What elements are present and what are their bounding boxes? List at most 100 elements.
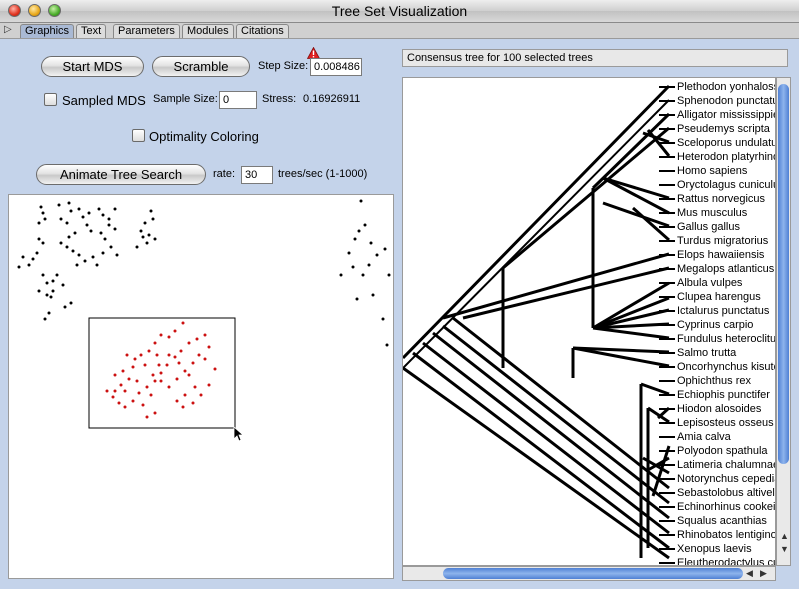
mds-point [115, 253, 119, 257]
species-label: Echinorhinus cookei [677, 501, 776, 513]
scroll-down-arrow-icon[interactable]: ▼ [780, 543, 789, 555]
mds-point [157, 363, 161, 367]
mds-point [83, 259, 87, 263]
mds-point [145, 241, 149, 245]
species-label: Sceloporus undulatus [677, 137, 776, 149]
tree-branch [592, 326, 670, 340]
mds-point [159, 333, 163, 337]
mds-point [37, 289, 41, 293]
species-label: Gallus gallus [677, 221, 740, 233]
triangle-right-icon[interactable]: ▷ [4, 24, 12, 35]
species-label: Clupea harengus [677, 291, 761, 303]
mds-point [347, 251, 351, 255]
species-label: Latimeria chalumnae [677, 459, 776, 471]
mds-point [361, 273, 365, 277]
start-mds-button[interactable]: Start MDS [41, 56, 144, 77]
scramble-button[interactable]: Scramble [152, 56, 250, 77]
species-label: Turdus migratorius [677, 235, 769, 247]
mds-point [67, 235, 71, 239]
vertical-scrollbar[interactable]: ▲ ▼ [776, 77, 791, 566]
mds-point [359, 199, 363, 203]
tab-citations[interactable]: Citations [236, 24, 289, 38]
species-label: Oryctolagus cuniculus [677, 179, 776, 191]
mds-point [153, 379, 157, 383]
mds-point [131, 399, 135, 403]
window-title: Tree Set Visualization [331, 3, 468, 19]
step-size-label: Step Size: [258, 60, 309, 72]
species-label: Eleutherodactylus cuneatus [677, 557, 775, 566]
mds-point [153, 237, 157, 241]
species-label: Albula vulpes [677, 277, 743, 289]
species-label: Squalus acanthias [677, 515, 767, 527]
mds-point [387, 273, 391, 277]
mds-point [63, 305, 67, 309]
mds-point [71, 249, 75, 253]
mds-point [69, 209, 73, 213]
rate-field[interactable]: 30 [241, 166, 273, 184]
mds-point [41, 211, 45, 215]
step-size-field[interactable]: 0.008486 [310, 58, 362, 76]
tab-text[interactable]: Text [76, 24, 107, 38]
mds-point [175, 377, 179, 381]
mds-point [135, 379, 139, 383]
mds-plot[interactable] [8, 194, 394, 579]
mds-point [381, 317, 385, 321]
tree-branch [442, 252, 670, 320]
mds-point [339, 273, 343, 277]
mds-point [113, 389, 117, 393]
sampled-mds-checkbox[interactable] [44, 93, 57, 106]
consensus-tree-view[interactable]: Plethodon yonhalossee Sphenodon punctatus… [402, 77, 776, 566]
species-label: Homo sapiens [677, 165, 748, 177]
mds-point [67, 201, 71, 205]
tree-branch [452, 316, 670, 490]
scroll-right-arrow-icon[interactable]: ▶ [760, 567, 767, 579]
mds-point [145, 385, 149, 389]
optimality-coloring-checkbox[interactable] [132, 129, 145, 142]
species-label: Mus musculus [677, 207, 748, 219]
mds-point [105, 389, 109, 393]
mds-point [107, 223, 111, 227]
scroll-up-arrow-icon[interactable]: ▲ [780, 530, 789, 542]
animate-tree-search-button[interactable]: Animate Tree Search [36, 164, 206, 185]
tab-graphics[interactable]: Graphics [20, 24, 75, 38]
scroll-left-arrow-icon[interactable]: ◀ [746, 567, 753, 579]
vertical-scroll-thumb[interactable] [778, 84, 789, 464]
mds-scatter[interactable] [9, 195, 394, 579]
species-label: Ophichthus rex [677, 375, 751, 387]
mds-point [55, 273, 59, 277]
mds-point [143, 221, 147, 225]
mds-point [369, 241, 373, 245]
mds-point [17, 265, 21, 269]
sample-size-field[interactable]: 0 [219, 91, 257, 109]
mds-point [103, 237, 107, 241]
mds-point [173, 329, 177, 333]
tab-parameters[interactable]: Parameters [113, 24, 180, 38]
mds-point [175, 399, 179, 403]
rate-unit-label: trees/sec (1-1000) [278, 168, 368, 180]
species-label: Hiodon alosoides [677, 403, 762, 415]
species-label: Rattus norvegicus [677, 193, 766, 205]
mds-point [167, 385, 171, 389]
horizontal-scrollbar[interactable]: ◀ ▶ [402, 566, 776, 581]
rate-label: rate: [213, 168, 236, 180]
horizontal-scroll-thumb[interactable] [443, 568, 743, 579]
mds-point [147, 349, 151, 353]
mds-point [123, 389, 127, 393]
stress-label: Stress: [262, 93, 297, 105]
mds-point [141, 235, 145, 239]
mds-point [203, 333, 207, 337]
mds-point [87, 211, 91, 215]
mds-point [41, 273, 45, 277]
tree-branch [592, 281, 670, 330]
mds-point [147, 233, 151, 237]
arrow-cursor-icon [233, 426, 245, 442]
tree-branch [403, 366, 670, 560]
tab-modules[interactable]: Modules [182, 24, 234, 38]
mds-point [371, 293, 375, 297]
mds-point [57, 203, 61, 207]
mds-point [75, 263, 79, 267]
mds-point [207, 345, 211, 349]
species-label: Oncorhynchus kisutch [677, 361, 776, 373]
mds-point [193, 385, 197, 389]
mds-point [183, 393, 187, 397]
